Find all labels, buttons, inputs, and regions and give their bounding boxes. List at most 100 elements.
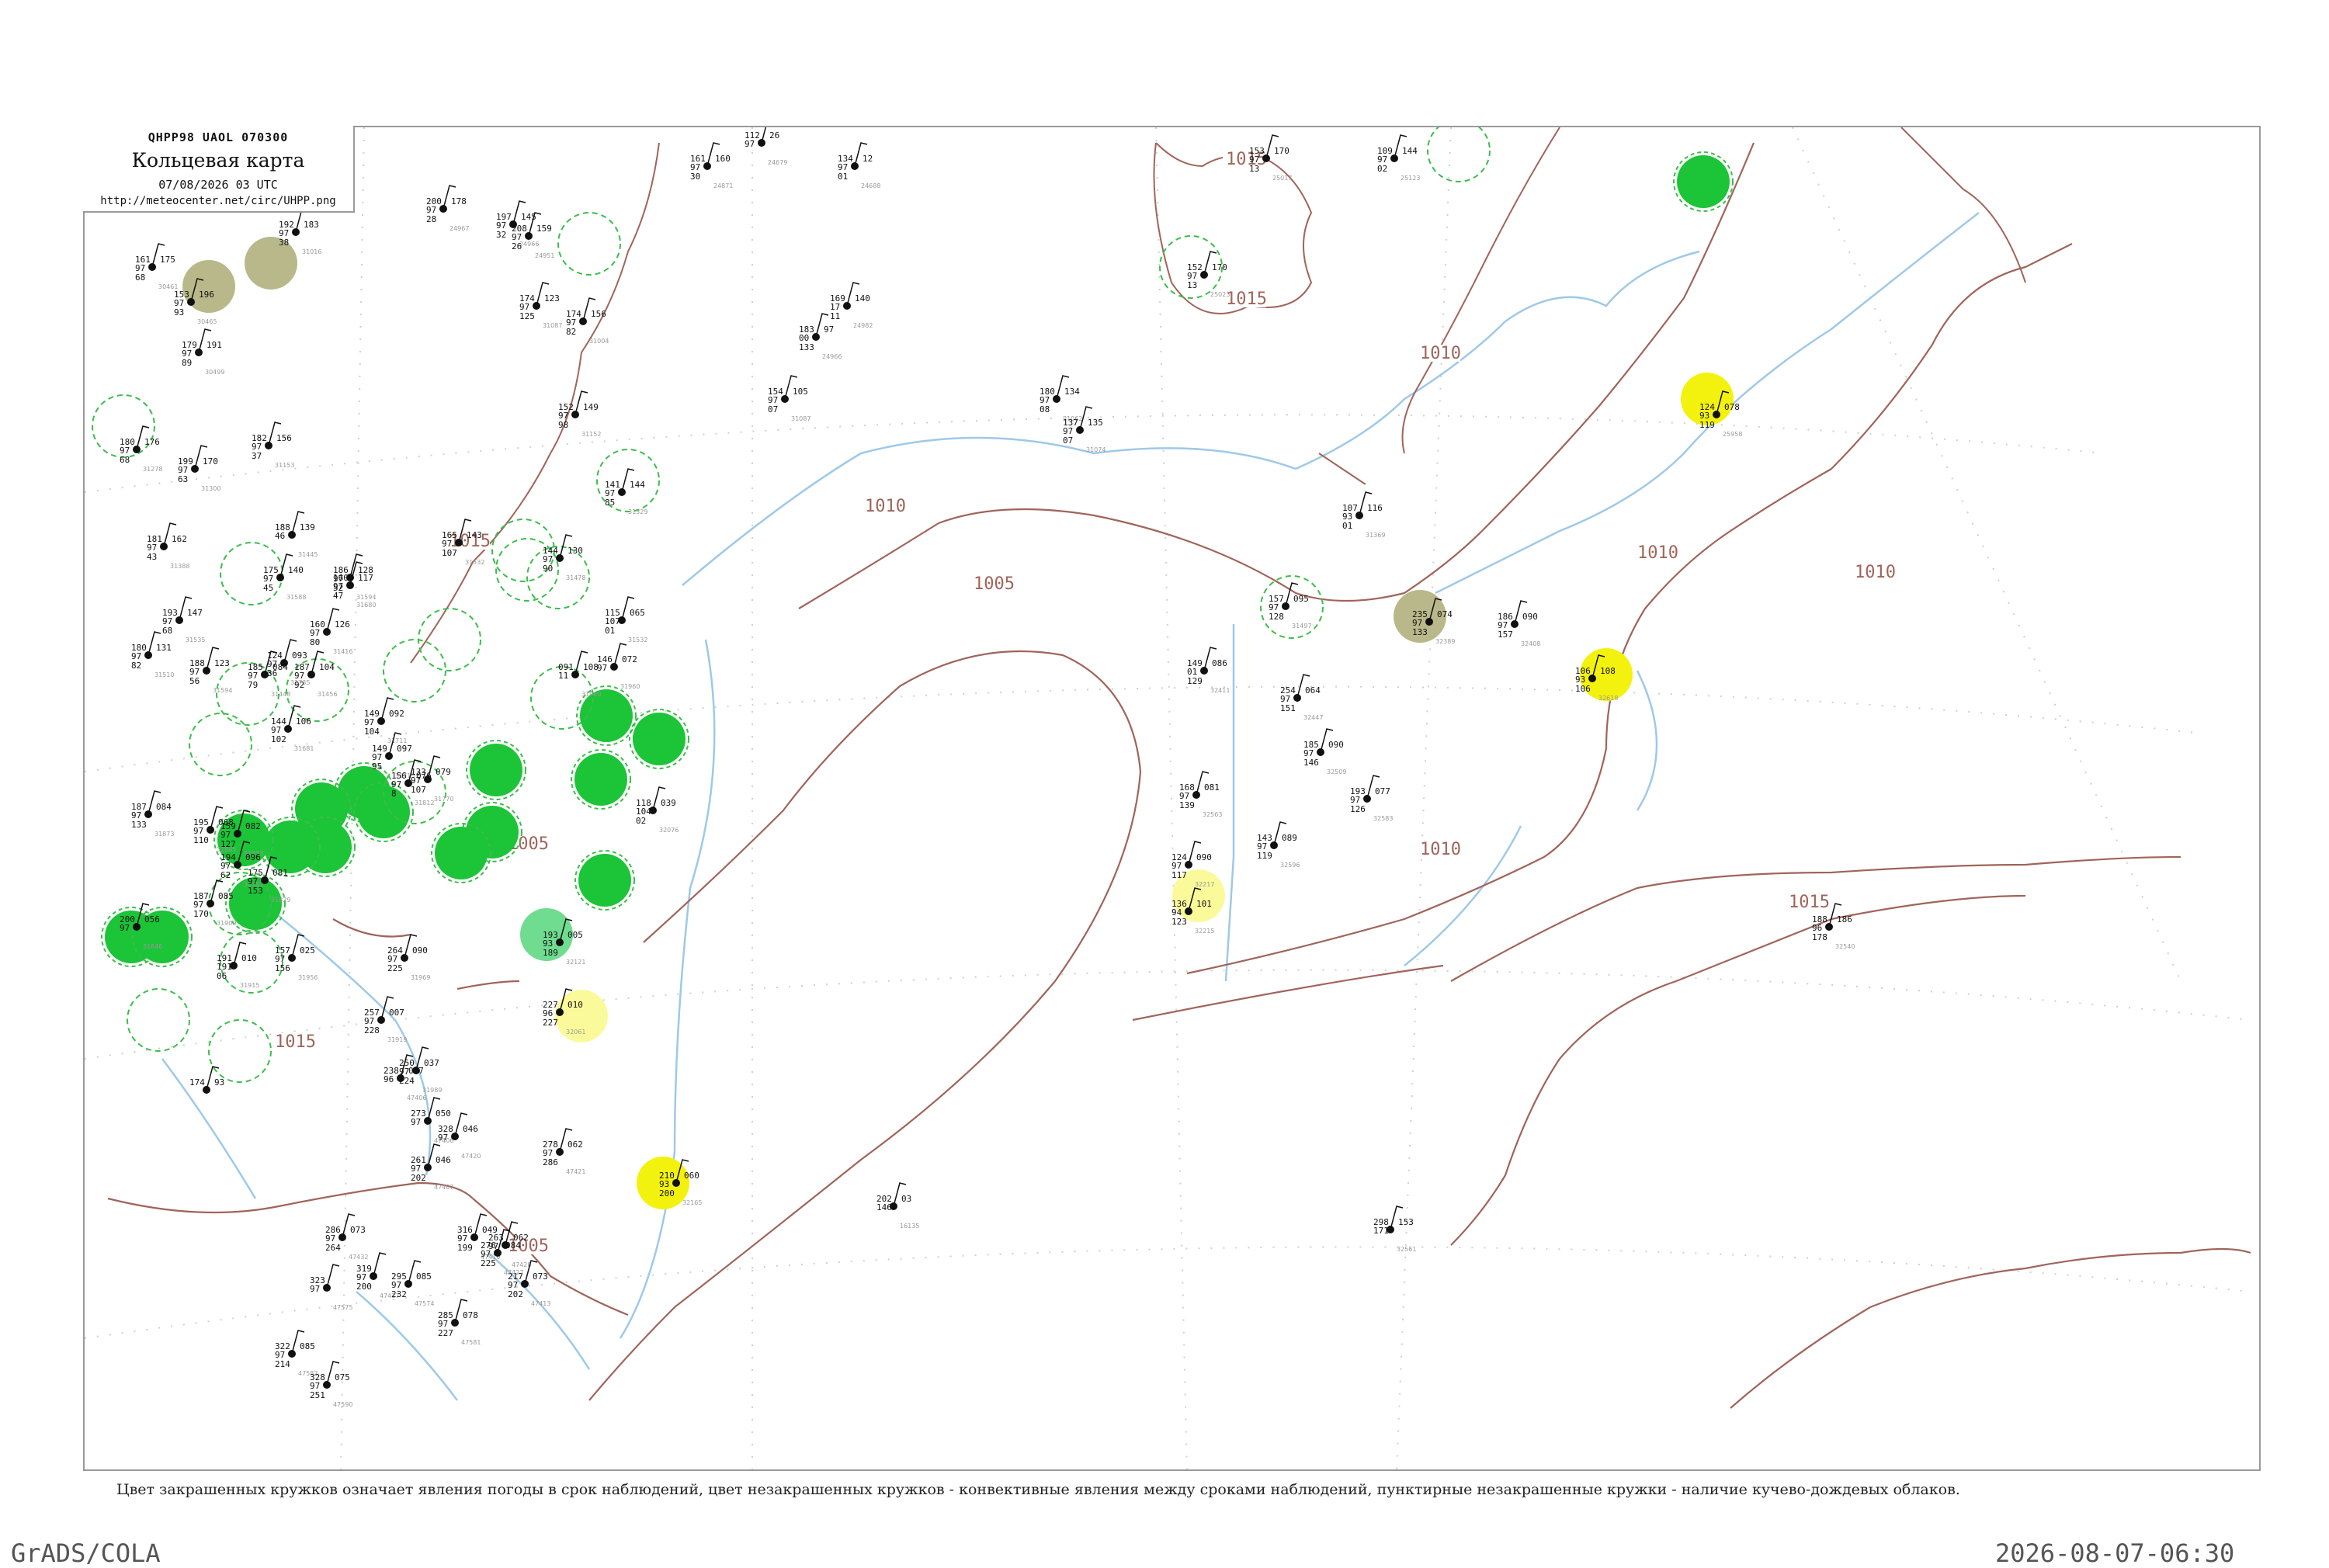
station-plot[interactable]: 328 0759725147590	[310, 1361, 352, 1408]
station-plot[interactable]: 157 0959712831497	[1269, 582, 1311, 630]
station-dewpoint: 125	[519, 311, 535, 321]
station-dewpoint: 251	[310, 1390, 325, 1400]
station-plot[interactable]: 187 0849713331873	[131, 790, 174, 838]
station-plot[interactable]: 186 0909715732408	[1498, 600, 1540, 647]
station-dewpoint: 202	[508, 1289, 523, 1299]
station-plot[interactable]: 193 147976831535	[162, 596, 205, 644]
station-plot[interactable]: 152 149979831152	[558, 390, 601, 438]
station-temperature: 060	[684, 1171, 699, 1181]
station-id: 31152	[581, 431, 601, 438]
station-plot[interactable]: 144 130979031478	[543, 534, 585, 581]
station-id: 31388	[170, 563, 189, 570]
station-plot[interactable]: 161 160973024871	[690, 142, 733, 189]
station-id: 47432	[349, 1254, 368, 1261]
station-plot[interactable]: 107 116930131369	[1342, 491, 1385, 539]
station-plot[interactable]: 115 0651070131532	[605, 596, 647, 644]
station-plot[interactable]: 091 1081131960	[558, 650, 601, 698]
station-temperature: 131	[156, 643, 172, 653]
station-id: 32561	[1397, 1246, 1416, 1253]
station-dewpoint: 89	[182, 358, 192, 368]
station-plot[interactable]: 180 176976831278	[120, 425, 162, 473]
station-temperature: 005	[567, 930, 583, 940]
station-plots[interactable]: 183 970013324966169 140171124982154 1059707…	[120, 127, 1855, 1408]
station-plot[interactable]: 144 1069710231681	[271, 705, 314, 752]
station-temperature: 073	[350, 1225, 366, 1235]
station-dewpoint: 68	[135, 272, 145, 283]
station-plot[interactable]: 199 170976331300	[178, 445, 220, 492]
station-plot[interactable]: 181 162974331388	[147, 522, 189, 570]
station-id: 31532	[465, 559, 484, 566]
station-dewpoint: 85	[605, 498, 615, 508]
station-plot[interactable]: 200 178972824967	[426, 185, 469, 232]
station-plot[interactable]: 285 0789722747581	[438, 1299, 481, 1346]
station-plot[interactable]: 149 0929710431711	[364, 697, 407, 744]
station-plot[interactable]: 257 0079722831919	[364, 996, 407, 1043]
station-plot[interactable]: 109 144970225123	[1377, 134, 1420, 182]
station-plot[interactable]: 141 144978531329	[605, 468, 647, 515]
station-plot[interactable]: 182 156973731153	[252, 421, 294, 469]
source-url[interactable]: http://meteocenter.net/circ/UHPP.png	[83, 195, 353, 207]
station-plot[interactable]: 298 15317132561	[1373, 1205, 1416, 1253]
station-plot[interactable]: 137 135970731074	[1063, 406, 1105, 453]
station-plot[interactable]: 160 126978031416	[310, 608, 352, 655]
station-dewpoint: 133	[799, 342, 814, 352]
station-dewpoint: 30	[690, 172, 700, 182]
station-plot[interactable]: 174 93	[189, 1066, 224, 1094]
station-plot[interactable]: 179 191978930499	[182, 328, 224, 376]
station-plot[interactable]: 161 175976830461	[135, 243, 178, 290]
station-temperature: 027	[408, 1066, 424, 1076]
station-plot[interactable]: 175 140974531588	[263, 553, 306, 601]
station-plot[interactable]: 118 0391040232076	[636, 786, 679, 834]
station-plot[interactable]: 295 0859723247574	[391, 1260, 434, 1307]
station-dewpoint: 199	[457, 1243, 473, 1253]
station-plot[interactable]: 153 170971325017	[1249, 134, 1292, 182]
station-id: 32217	[1195, 881, 1214, 888]
station-plot[interactable]: 169 140171124982	[830, 282, 873, 329]
wind-barb-icon	[326, 1264, 340, 1289]
station-id: 31074	[1086, 446, 1105, 453]
station-dewpoint: 107	[411, 785, 426, 795]
station-plot[interactable]: 278 0629728647421	[543, 1128, 585, 1175]
station-plot[interactable]: 112 269724679	[745, 127, 787, 166]
weather-map[interactable]: 101510151015101010101010101010051005 1010…	[85, 127, 2261, 1471]
station-plot[interactable]: 202 0314616135	[876, 1182, 919, 1230]
station-plot[interactable]: 157 0259715631956	[275, 934, 318, 981]
station-temperature: 134	[1064, 387, 1080, 397]
station-plot[interactable]: 174 156978231004	[566, 297, 609, 345]
observation-time: 07/08/2026 03 UTC	[158, 178, 278, 192]
station-plot[interactable]: 134 12970124688	[838, 142, 880, 189]
station-dewpoint: 32	[496, 230, 506, 240]
station-humidity: 97	[411, 1117, 421, 1127]
station-plot[interactable]: 264 0909722531969	[387, 934, 430, 981]
station-plot[interactable]: 208 159972624951	[512, 212, 554, 259]
station-plot[interactable]: 174 1239712531087	[519, 282, 562, 329]
station-plot[interactable]: 322 0859721447582	[275, 1330, 318, 1377]
station-plot[interactable]: 3239747575	[310, 1264, 352, 1311]
station-id: 32408	[1521, 640, 1540, 647]
station-temperature: 140	[288, 565, 304, 575]
station-plot[interactable]: 180 134970831062	[1040, 375, 1082, 422]
station-plot[interactable]: 328 0469747420	[438, 1112, 481, 1160]
station-plot[interactable]: 185 0909714632509	[1303, 728, 1346, 775]
station-plot[interactable]: 254 0649715132447	[1280, 674, 1323, 721]
station-plot[interactable]: 188 1394631445	[275, 511, 318, 558]
station-plot[interactable]: 168 0819713932563	[1179, 771, 1222, 818]
station-temperature: 135	[1088, 418, 1103, 428]
station-id: 25023	[1210, 291, 1230, 298]
station-plot[interactable]: 146 0729731960	[597, 643, 640, 690]
station-plot[interactable]: 143 0899711932596	[1257, 821, 1300, 869]
station-id: 24966	[519, 241, 539, 248]
station-plot[interactable]: 149 0860112932411	[1187, 647, 1230, 694]
station-plot[interactable]: 180 131978231510	[131, 631, 174, 678]
station-dewpoint: 68	[162, 626, 172, 636]
station-plot[interactable]: 152 170971325023	[1187, 251, 1230, 298]
station-plot[interactable]: 191 0101910631915	[217, 942, 259, 989]
station-plot[interactable]: 193 0779712632583	[1350, 775, 1393, 822]
station-plot[interactable]: 286 0739726447432	[325, 1213, 368, 1261]
station-dewpoint: 227	[543, 1018, 558, 1028]
isobar-label: 1010	[1420, 840, 1461, 859]
cb-cloud-ring	[1427, 127, 1491, 182]
weather-disk	[578, 854, 631, 907]
station-plot[interactable]: 154 105970731087	[768, 375, 810, 422]
station-dewpoint: 8	[391, 789, 397, 799]
